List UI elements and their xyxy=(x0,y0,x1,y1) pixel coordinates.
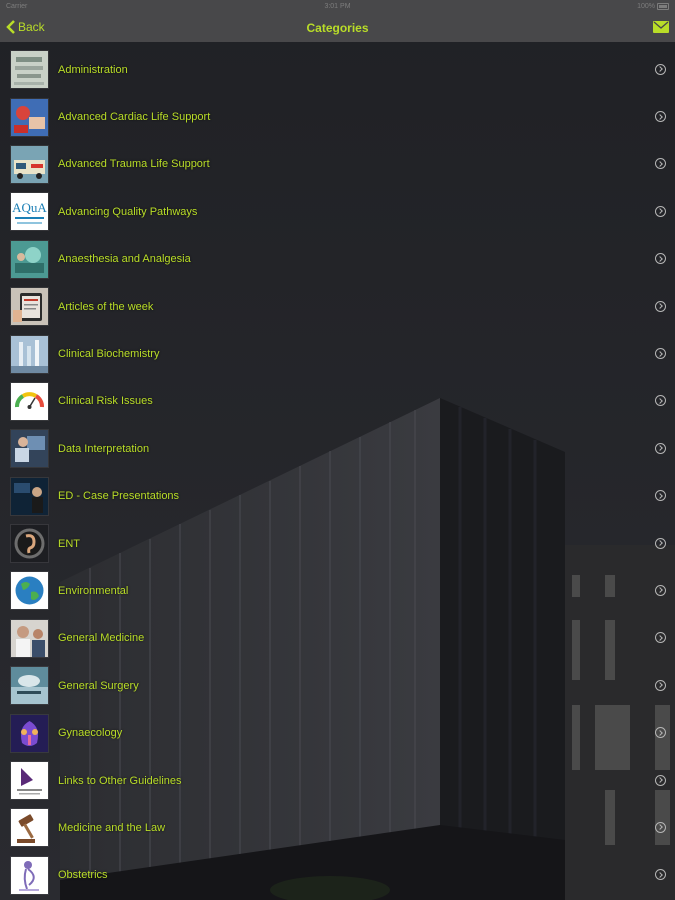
category-row-ed-case[interactable]: ED - Case Presentations xyxy=(0,473,675,520)
category-row-ent[interactable]: ENT xyxy=(0,520,675,567)
category-row-clinical-risk[interactable]: Clinical Risk Issues xyxy=(0,378,675,425)
chevron-right-icon xyxy=(655,679,666,691)
chevron-right-icon xyxy=(655,158,666,170)
category-row-atls[interactable]: Advanced Trauma Life Support xyxy=(0,141,675,188)
category-label: Clinical Risk Issues xyxy=(58,395,153,408)
guidelines-logo-icon xyxy=(11,762,48,800)
ambulance-photo-icon xyxy=(11,145,48,183)
category-label: Anaesthesia and Analgesia xyxy=(58,253,191,266)
category-label: Gynaecology xyxy=(58,727,123,740)
chevron-right-icon xyxy=(655,727,666,739)
category-list: Administration Advanced Cardiac Life Sup… xyxy=(0,46,675,899)
category-label: Medicine and the Law xyxy=(58,821,166,834)
surgery-photo-icon xyxy=(11,667,48,705)
chevron-right-icon xyxy=(655,63,666,75)
globe-icon xyxy=(11,572,48,610)
svg-text:AQuA: AQuA xyxy=(12,200,47,215)
category-row-biochemistry[interactable]: Clinical Biochemistry xyxy=(0,330,675,377)
navigation-bar: Back Categories xyxy=(0,14,675,42)
ear-icon xyxy=(11,525,48,563)
chevron-right-icon xyxy=(655,537,666,549)
category-label: Obstetrics xyxy=(58,869,108,882)
category-label: General Medicine xyxy=(58,632,145,645)
anatomy-icon xyxy=(11,714,48,752)
category-row-general-medicine[interactable]: General Medicine xyxy=(0,615,675,662)
risk-gauge-icon xyxy=(11,382,48,420)
chevron-right-icon xyxy=(655,348,666,360)
category-label: Advanced Trauma Life Support xyxy=(58,158,210,171)
category-label: Environmental xyxy=(58,584,129,597)
category-row-environmental[interactable]: Environmental xyxy=(0,567,675,614)
theatre-photo-icon xyxy=(11,240,48,278)
category-label: Advanced Cardiac Life Support xyxy=(58,111,211,124)
page-title: Categories xyxy=(306,21,369,35)
battery-indicator: 100% xyxy=(637,3,669,10)
chevron-right-icon xyxy=(655,774,666,786)
chevron-right-icon xyxy=(655,300,666,312)
category-label: Advancing Quality Pathways xyxy=(58,205,198,218)
chevron-right-icon xyxy=(655,869,666,881)
category-label: ENT xyxy=(58,537,80,550)
chevron-right-icon xyxy=(655,205,666,217)
category-label: General Surgery xyxy=(58,679,139,692)
category-label: Articles of the week xyxy=(58,300,154,313)
aqua-logo-icon: AQuA xyxy=(11,193,48,231)
category-row-gynaecology[interactable]: Gynaecology xyxy=(0,709,675,756)
category-label: Administration xyxy=(58,63,128,76)
category-label: Clinical Biochemistry xyxy=(58,348,160,361)
doctors-photo-icon xyxy=(11,619,48,657)
category-label: ED - Case Presentations xyxy=(58,490,180,503)
chevron-right-icon xyxy=(655,584,666,596)
chevron-right-icon xyxy=(655,821,666,833)
chevron-right-icon xyxy=(655,253,666,265)
cpr-photo-icon xyxy=(11,98,48,136)
category-row-articles[interactable]: Articles of the week xyxy=(0,283,675,330)
category-label: Data Interpretation xyxy=(58,442,150,455)
mail-icon[interactable] xyxy=(653,21,669,33)
category-row-anaesthesia[interactable]: Anaesthesia and Analgesia xyxy=(0,236,675,283)
chevron-right-icon xyxy=(655,395,666,407)
category-row-medicine-law[interactable]: Medicine and the Law xyxy=(0,804,675,851)
chevron-right-icon xyxy=(655,632,666,644)
documents-photo-icon xyxy=(11,51,48,89)
category-row-obstetrics[interactable]: Obstetrics xyxy=(0,852,675,899)
chevron-right-icon xyxy=(655,111,666,123)
category-row-links-guidelines[interactable]: Links to Other Guidelines xyxy=(0,757,675,804)
battery-percent: 100% xyxy=(637,3,655,10)
category-row-general-surgery[interactable]: General Surgery xyxy=(0,662,675,709)
pregnancy-icon xyxy=(11,856,48,894)
chevron-right-icon xyxy=(655,490,666,502)
lab-photo-icon xyxy=(11,335,48,373)
category-row-data-interpretation[interactable]: Data Interpretation xyxy=(0,425,675,472)
data-photo-icon xyxy=(11,430,48,468)
category-row-aqua[interactable]: AQuA Advancing Quality Pathways xyxy=(0,188,675,235)
presentation-photo-icon xyxy=(11,477,48,515)
category-row-acls[interactable]: Advanced Cardiac Life Support xyxy=(0,93,675,140)
category-row-administration[interactable]: Administration xyxy=(0,46,675,93)
clock-label: 3:01 PM xyxy=(324,3,351,10)
tablet-photo-icon xyxy=(11,288,48,326)
chevron-right-icon xyxy=(655,442,666,454)
status-bar: Carrier 3:01 PM 100% xyxy=(0,0,675,14)
gavel-icon xyxy=(11,809,48,847)
battery-icon xyxy=(657,3,669,10)
category-label: Links to Other Guidelines xyxy=(58,774,182,787)
